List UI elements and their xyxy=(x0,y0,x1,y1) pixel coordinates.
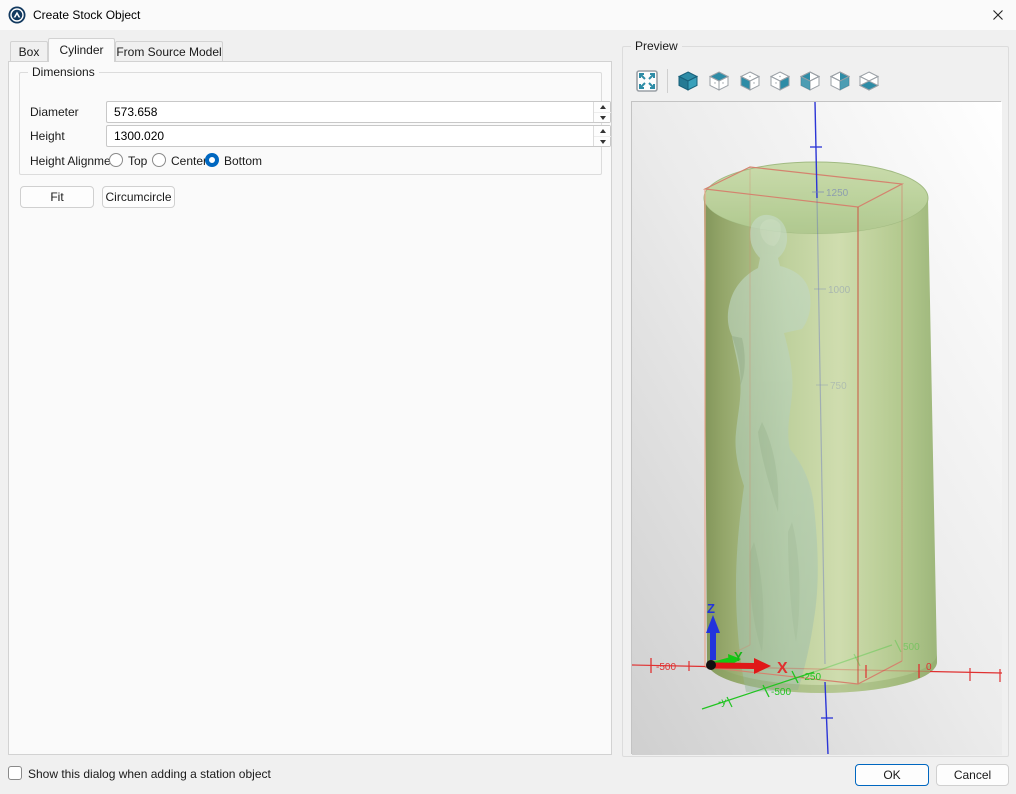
radio-top[interactable] xyxy=(109,153,123,167)
dimensions-group-label: Dimensions xyxy=(28,65,99,79)
y-tick-neg250: -250 xyxy=(801,672,821,683)
radio-center[interactable] xyxy=(152,153,166,167)
height-alignment-label: Height Alignment xyxy=(30,154,121,168)
tab-from-source-model[interactable]: From Source Model xyxy=(115,41,223,62)
cancel-button[interactable]: Cancel xyxy=(936,764,1009,786)
tab-box[interactable]: Box xyxy=(10,41,48,62)
bottom-view-icon[interactable] xyxy=(857,69,881,93)
app-icon xyxy=(8,6,26,24)
dimensions-group: Dimensions Diameter Height Height Alignm… xyxy=(19,72,602,175)
z-tick-750: 750 xyxy=(830,381,847,392)
radio-bottom[interactable] xyxy=(205,153,219,167)
radio-top-label: Top xyxy=(128,154,147,168)
preview-3d-scene: -500 0 -250 -500 500 -y xyxy=(632,102,1002,755)
height-spin-buttons xyxy=(593,126,610,146)
spin-down-icon[interactable] xyxy=(594,136,611,146)
close-icon[interactable] xyxy=(988,5,1008,25)
ok-button[interactable]: OK xyxy=(855,764,929,786)
preview-group-label: Preview xyxy=(631,39,682,53)
cylinder-tab-page: Dimensions Diameter Height Height Alignm… xyxy=(8,61,612,755)
toolbar-separator xyxy=(667,69,668,93)
create-stock-object-dialog: Create Stock Object Box Cylinder From So… xyxy=(0,0,1016,794)
y-axis-end-label: -y xyxy=(718,697,726,708)
show-dialog-checkbox[interactable] xyxy=(8,766,22,780)
diameter-input[interactable] xyxy=(107,102,593,122)
y-tick-neg500: -500 xyxy=(771,687,791,698)
y-axis-label: Y xyxy=(734,649,743,664)
spin-down-icon[interactable] xyxy=(594,112,611,122)
title-bar: Create Stock Object xyxy=(0,0,1016,30)
back-view-icon[interactable] xyxy=(798,69,822,93)
diameter-label: Diameter xyxy=(30,105,79,119)
preview-group: Preview xyxy=(622,46,1009,757)
z-tick-1250: 1250 xyxy=(826,188,849,199)
height-input[interactable] xyxy=(107,126,593,146)
fit-view-icon[interactable] xyxy=(635,69,659,93)
isometric-view-icon[interactable] xyxy=(676,69,700,93)
front-view-icon[interactable] xyxy=(738,69,762,93)
radio-bottom-label: Bottom xyxy=(224,154,262,168)
z-tick-1000: 1000 xyxy=(828,285,851,296)
diameter-spinbox xyxy=(106,101,611,123)
window-title: Create Stock Object xyxy=(33,8,140,22)
spin-up-icon[interactable] xyxy=(594,126,611,136)
x-axis-label: X xyxy=(777,660,788,677)
height-spinbox xyxy=(106,125,611,147)
z-axis-label: Z xyxy=(707,601,715,616)
spin-up-icon[interactable] xyxy=(594,102,611,112)
tab-cylinder[interactable]: Cylinder xyxy=(48,38,115,62)
show-dialog-checkbox-label: Show this dialog when adding a station o… xyxy=(28,767,271,781)
circumcircle-button[interactable]: Circumcircle xyxy=(102,186,175,208)
fit-button[interactable]: Fit xyxy=(20,186,94,208)
top-view-icon[interactable] xyxy=(707,69,731,93)
right-view-icon[interactable] xyxy=(768,69,792,93)
height-label: Height xyxy=(30,129,65,143)
radio-center-label: Center xyxy=(171,154,207,168)
left-view-icon[interactable] xyxy=(828,69,852,93)
diameter-spin-buttons xyxy=(593,102,610,122)
x-tick-zero: 0 xyxy=(926,662,932,673)
x-tick-neg500: -500 xyxy=(656,662,676,673)
preview-viewport[interactable]: -500 0 -250 -500 500 -y xyxy=(631,101,1001,754)
y-tick-pos500: 500 xyxy=(903,642,920,653)
